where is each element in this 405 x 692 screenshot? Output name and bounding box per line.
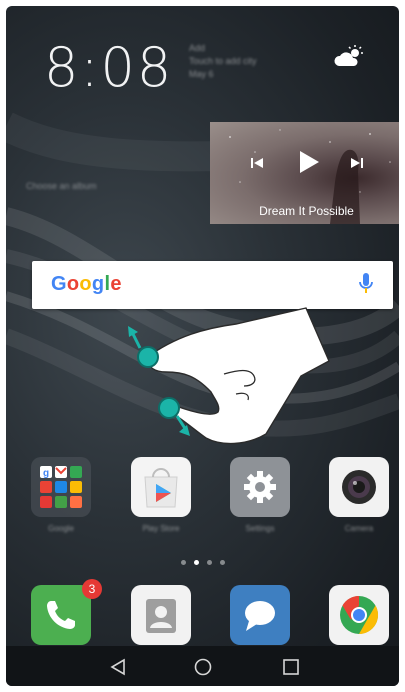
chrome-app[interactable] [329,585,389,645]
notification-badge: 3 [82,579,102,599]
pinch-hand-icon [128,307,330,445]
play-icon[interactable] [298,150,320,174]
play-store-app[interactable] [131,457,191,517]
back-icon[interactable] [109,658,127,676]
svg-text:g: g [43,468,49,479]
page-indicator [181,560,225,565]
page-dot[interactable] [181,560,186,565]
cloud-sun-icon[interactable] [333,44,365,70]
app-label: Google [48,524,74,533]
camera-icon [342,470,376,504]
navigation-bar [6,646,399,686]
contacts-icon [146,599,176,633]
app-label: Settings [245,524,275,533]
chrome-icon [340,595,379,635]
clock-info-line2: Touch to add city [189,56,257,66]
google-folder[interactable]: g [31,457,91,517]
page-dot[interactable] [220,560,225,565]
app-label: Play Store [142,524,180,533]
google-apps-icon: g [40,466,82,508]
phone-app[interactable] [31,585,91,645]
previous-icon[interactable] [250,156,264,170]
song-title: Dream It Possible [259,204,354,218]
clock-time[interactable]: 8:08 [44,36,173,99]
next-icon[interactable] [350,156,364,170]
mic-icon[interactable] [359,272,373,296]
settings-app[interactable] [230,457,290,517]
app-label: Camera [344,524,374,533]
music-widget[interactable]: Dream It Possible [210,122,399,224]
phone-icon [47,601,75,629]
home-screen: 8:08 Add Touch to add city May 6 Dream I… [6,6,399,686]
weather-info[interactable]: Add Touch to add city May 6 [189,42,257,81]
recents-icon[interactable] [282,658,300,676]
clock-info-line1: Add [189,43,206,53]
home-icon[interactable] [194,658,212,676]
page-dot[interactable] [207,560,212,565]
clock-info-line3: May 6 [189,69,214,79]
play-store-icon [144,468,178,508]
google-logo: Google [51,273,122,295]
camera-app[interactable] [329,457,389,517]
messages-app[interactable] [230,585,290,645]
page-dot-active[interactable] [194,560,199,565]
album-caption[interactable]: Choose an album [26,181,97,191]
contacts-app[interactable] [131,585,191,645]
google-search-bar[interactable]: Google [32,261,393,309]
gear-icon [244,471,276,503]
message-bubble-icon [245,601,275,631]
